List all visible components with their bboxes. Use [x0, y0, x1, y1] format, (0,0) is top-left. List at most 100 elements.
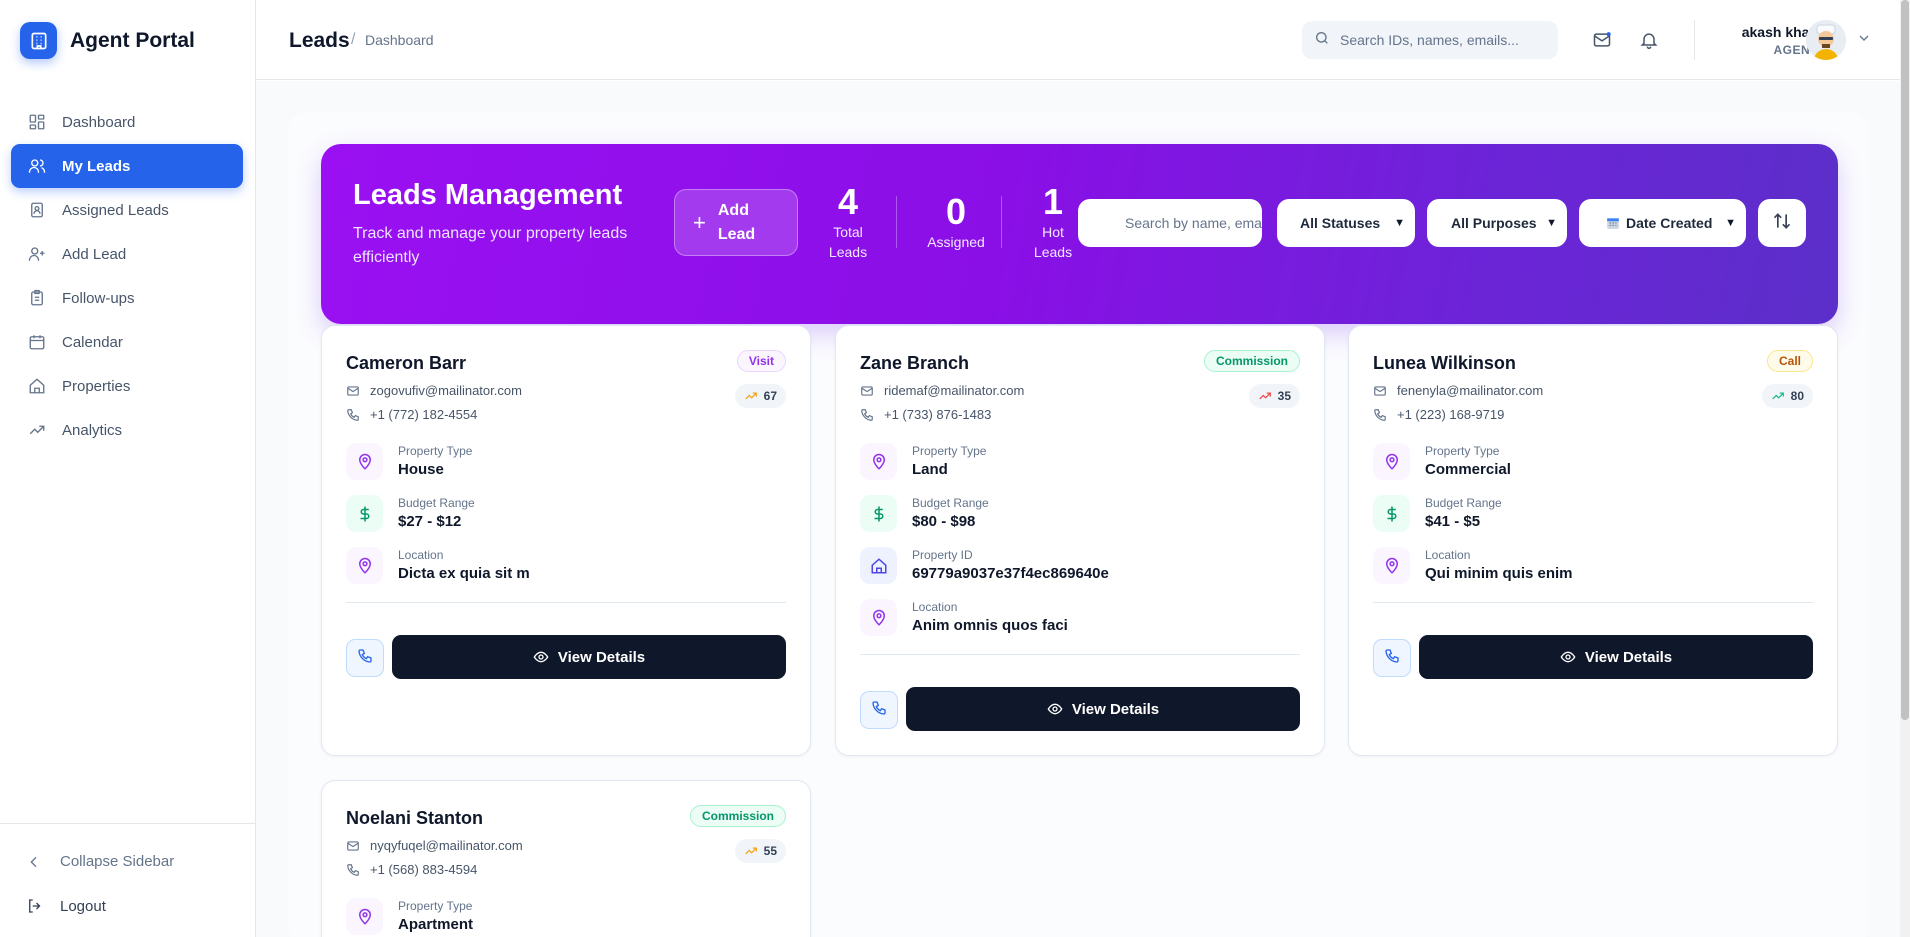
- field-value: Dicta ex quia sit m: [398, 564, 530, 582]
- sidebar-nav: Dashboard My Leads Assigned Leads Add Le…: [11, 100, 243, 452]
- purpose-filter-select[interactable]: All Purposes ▼: [1427, 199, 1567, 247]
- property-type-field: Property Type Commercial: [1373, 443, 1511, 480]
- lead-email[interactable]: zogovufiv@mailinator.com: [346, 383, 522, 398]
- chevron-down-icon[interactable]: [1856, 30, 1872, 51]
- map-pin-icon: [346, 898, 383, 935]
- status-badge: Commission: [1203, 350, 1300, 372]
- map-pin-icon: [1373, 443, 1410, 480]
- field-value: House: [398, 460, 444, 478]
- clipboard-user-icon: [26, 199, 48, 221]
- lead-card: Noelani Stanton Commission 55 nyqyfuqel@…: [321, 780, 811, 937]
- lead-name: Noelani Stanton: [346, 808, 484, 828]
- view-details-button[interactable]: View Details: [1419, 635, 1813, 679]
- plus-icon: +: [693, 209, 706, 235]
- view-details-button[interactable]: View Details: [392, 635, 786, 679]
- add-lead-button[interactable]: + Add Lead: [674, 189, 798, 256]
- building-icon: [20, 22, 57, 59]
- lead-phone[interactable]: +1 (223) 168-9719: [1373, 407, 1504, 422]
- user-plus-icon: [26, 243, 48, 265]
- field-label: Location: [398, 547, 444, 562]
- property-type-field: Property Type Land: [860, 443, 986, 480]
- page-scrollbar[interactable]: [1900, 0, 1910, 937]
- global-search-input[interactable]: [1340, 32, 1540, 48]
- field-label: Budget Range: [1425, 495, 1502, 510]
- mail-icon: [860, 384, 874, 398]
- sidebar-item-follow-ups[interactable]: Follow-ups: [11, 276, 243, 320]
- logout-button[interactable]: Logout: [26, 897, 106, 915]
- field-label: Budget Range: [398, 495, 475, 510]
- lead-card: Cameron Barr Visit 67 zogovufiv@mailinat…: [321, 325, 811, 756]
- sidebar-item-label: My Leads: [62, 157, 131, 175]
- brand[interactable]: Agent Portal: [20, 22, 195, 59]
- collapse-sidebar-button[interactable]: Collapse Sidebar: [26, 853, 174, 870]
- lead-phone[interactable]: +1 (733) 876-1483: [860, 407, 991, 422]
- phone-icon: [346, 408, 360, 422]
- lead-email[interactable]: ridemaf@mailinator.com: [860, 383, 1024, 398]
- lead-score: 55: [734, 839, 786, 863]
- location-field: Location Dicta ex quia sit m: [346, 547, 530, 584]
- call-button[interactable]: [860, 691, 898, 729]
- dollar-icon: [346, 495, 383, 532]
- global-search[interactable]: [1302, 21, 1558, 59]
- chevron-down-icon: ▼: [1725, 217, 1736, 229]
- sort-field-select[interactable]: Date Created ▼: [1579, 199, 1746, 247]
- sidebar: Agent Portal Dashboard My Leads Assigned…: [0, 0, 256, 937]
- lead-score-value: 80: [1790, 389, 1804, 403]
- field-value: Anim omnis quos faci: [912, 616, 1068, 634]
- property-type-field: Property Type Apartment: [346, 898, 473, 935]
- location-field: Location Qui minim quis enim: [1373, 547, 1573, 584]
- lead-email-text: nyqyfuqel@mailinator.com: [370, 838, 523, 853]
- stat-divider: [1001, 196, 1002, 248]
- trending-up-icon: [744, 847, 757, 855]
- lead-score-value: 67: [763, 389, 777, 403]
- sidebar-item-label: Analytics: [62, 421, 123, 439]
- eye-icon: [533, 651, 549, 663]
- lead-email-text: ridemaf@mailinator.com: [884, 383, 1025, 398]
- purpose-filter-value: All Purposes: [1451, 215, 1537, 231]
- leads-search-input[interactable]: [1078, 199, 1262, 247]
- leads-banner: Leads Management Track and manage your p…: [321, 144, 1838, 324]
- sidebar-item-analytics[interactable]: Analytics: [11, 408, 243, 452]
- logout-label: Logout: [60, 897, 106, 915]
- budget-range-field: Budget Range $27 - $12: [346, 495, 475, 532]
- field-label: Property ID: [912, 547, 973, 562]
- sidebar-item-assigned-leads[interactable]: Assigned Leads: [11, 188, 243, 232]
- lead-email[interactable]: nyqyfuqel@mailinator.com: [346, 838, 523, 853]
- home-icon: [860, 547, 897, 584]
- sidebar-item-calendar[interactable]: Calendar: [11, 320, 243, 364]
- status-filter-select[interactable]: All Statuses ▼: [1277, 199, 1415, 247]
- lead-phone-text: +1 (772) 182-4554: [370, 407, 478, 422]
- call-button[interactable]: [346, 639, 384, 677]
- lead-phone-text: +1 (223) 168-9719: [1397, 407, 1505, 422]
- calendar-icon: [26, 331, 48, 353]
- eye-icon: [1047, 703, 1063, 715]
- view-details-label: View Details: [557, 648, 646, 666]
- bell-icon[interactable]: [1637, 28, 1661, 52]
- sort-order-button[interactable]: [1758, 199, 1806, 247]
- card-divider: [1373, 602, 1813, 603]
- view-details-button[interactable]: View Details: [906, 687, 1300, 731]
- trending-up-icon: [1258, 392, 1271, 400]
- budget-range-field: Budget Range $80 - $98: [860, 495, 989, 532]
- card-divider: [346, 602, 786, 603]
- sidebar-item-dashboard[interactable]: Dashboard: [11, 100, 243, 144]
- field-label: Property Type: [912, 443, 987, 458]
- map-pin-icon: [346, 443, 383, 480]
- sidebar-item-properties[interactable]: Properties: [11, 364, 243, 408]
- status-badge: Call: [1766, 350, 1813, 372]
- call-button[interactable]: [1373, 639, 1411, 677]
- lead-email[interactable]: fenenyla@mailinator.com: [1373, 383, 1543, 398]
- mail-icon: [346, 839, 360, 853]
- mail-icon[interactable]: [1590, 28, 1614, 52]
- sidebar-item-add-lead[interactable]: Add Lead: [11, 232, 243, 276]
- field-label: Property Type: [1425, 443, 1500, 458]
- chevron-down-icon: ▼: [1546, 217, 1557, 229]
- dollar-icon: [1373, 495, 1410, 532]
- scrollbar-thumb[interactable]: [1901, 0, 1909, 720]
- breadcrumb-link[interactable]: Dashboard: [365, 32, 434, 48]
- avatar[interactable]: [1806, 20, 1846, 60]
- lead-phone[interactable]: +1 (772) 182-4554: [346, 407, 477, 422]
- lead-phone[interactable]: +1 (568) 883-4594: [346, 862, 477, 877]
- sidebar-item-my-leads[interactable]: My Leads: [11, 144, 243, 188]
- field-label: Property Type: [398, 443, 473, 458]
